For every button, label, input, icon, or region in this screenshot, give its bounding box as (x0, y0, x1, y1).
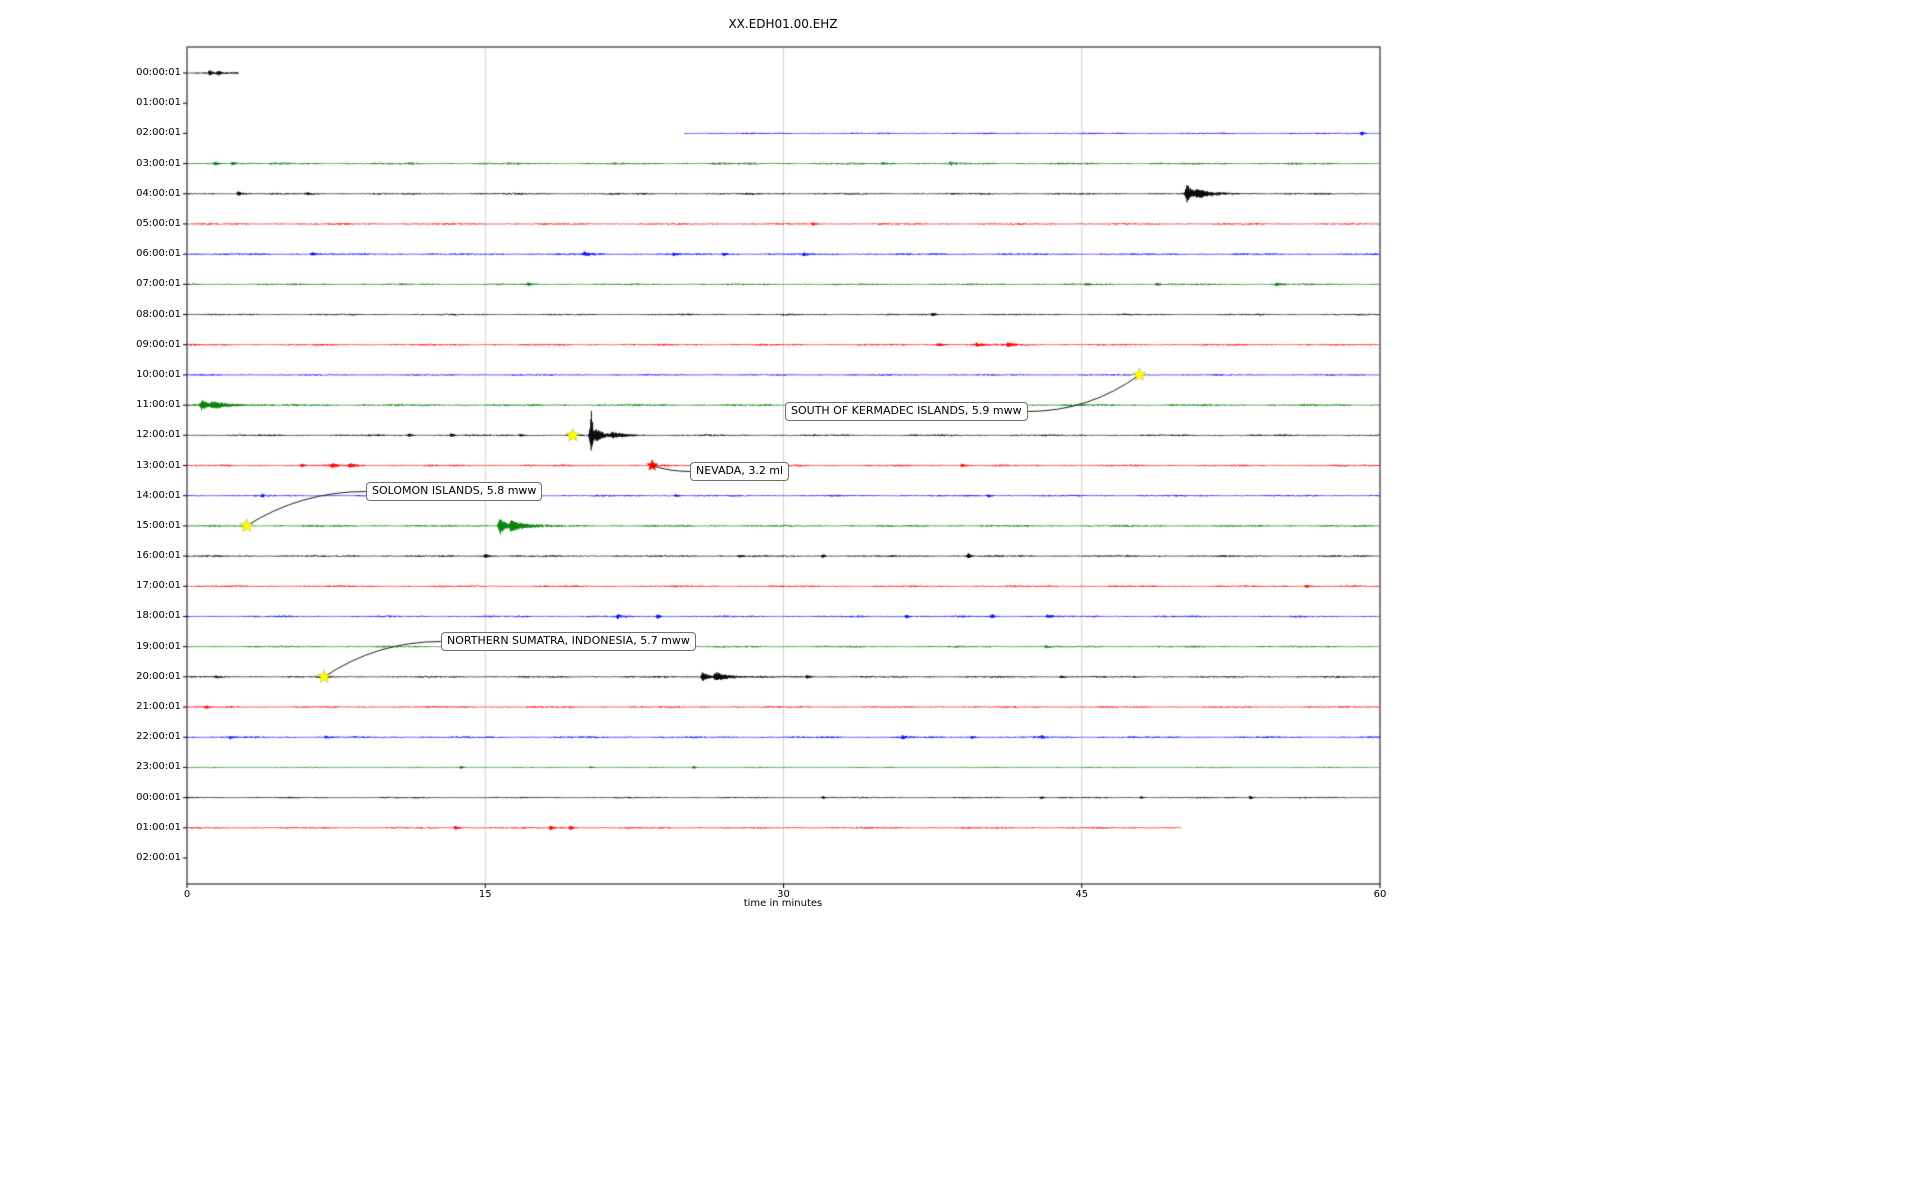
x-tick-label: 30 (777, 889, 790, 900)
y-tick-label: 18:00:01 (136, 610, 181, 622)
y-tick-label: 04:00:01 (136, 187, 181, 199)
y-tick-label: 05:00:01 (136, 217, 181, 229)
x-tick-label: 0 (183, 889, 191, 900)
annotation-kermadec-islands: SOUTH OF KERMADEC ISLANDS, 5.9 mww (785, 402, 1028, 421)
y-tick-label: 13:00:01 (136, 459, 181, 471)
y-tick-label: 00:00:01 (136, 67, 181, 78)
y-tick-label: 22:00:01 (136, 731, 181, 743)
y-tick-label: 08:00:01 (136, 308, 181, 320)
y-tick-label: 14:00:01 (136, 489, 181, 501)
y-tick-label: 07:00:01 (136, 278, 181, 290)
seismogram-plot-canvas (0, 0, 1920, 1200)
y-tick-label: 20:00:01 (136, 670, 181, 682)
y-tick-label: 16:00:01 (136, 550, 181, 562)
annotation-nevada: NEVADA, 3.2 ml (690, 462, 790, 481)
annotation-northern-sumatra: NORTHERN SUMATRA, INDONESIA, 5.7 mww (441, 632, 696, 651)
annotation-solomon-islands: SOLOMON ISLANDS, 5.8 mww (366, 482, 543, 501)
y-tick-label: 02:00:01 (136, 852, 181, 863)
y-tick-label: 01:00:01 (136, 821, 181, 833)
y-tick-label: 03:00:01 (136, 157, 181, 169)
x-tick-label: 15 (478, 889, 492, 900)
y-tick-label: 01:00:01 (136, 97, 181, 109)
y-tick-label: 23:00:01 (136, 761, 181, 773)
y-tick-label: 06:00:01 (136, 248, 181, 260)
x-tick-label: 60 (1373, 889, 1387, 900)
y-tick-label: 15:00:01 (136, 519, 181, 531)
x-tick-label: 45 (1075, 889, 1089, 900)
y-tick-label: 19:00:01 (136, 640, 181, 652)
chart-title: XX.EDH01.00.EHZ (728, 17, 838, 31)
y-tick-label: 10:00:01 (136, 368, 181, 380)
y-tick-label: 12:00:01 (136, 429, 181, 441)
seismogram-figure: XX.EDH01.00.EHZ time in minutes 00:00:01… (0, 0, 1920, 1200)
y-tick-label: 17:00:01 (136, 580, 181, 592)
y-tick-label: 02:00:01 (136, 127, 181, 139)
y-tick-label: 00:00:01 (136, 791, 181, 803)
y-tick-label: 21:00:01 (136, 701, 181, 713)
y-tick-label: 09:00:01 (136, 338, 181, 350)
y-tick-label: 11:00:01 (136, 399, 181, 411)
